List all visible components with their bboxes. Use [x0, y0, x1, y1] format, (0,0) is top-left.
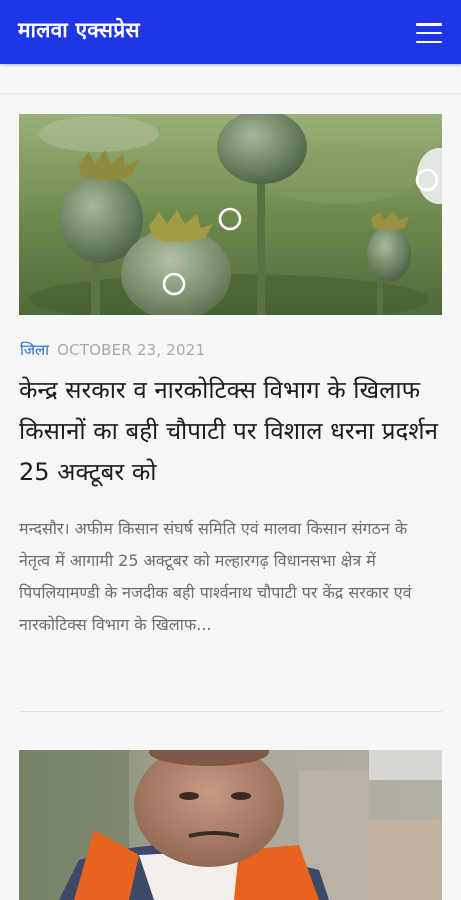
article-excerpt: मन्दसौर। अफीम किसान संघर्ष समिति एवं माल…	[19, 519, 412, 634]
divider	[0, 93, 461, 95]
menu-line	[416, 23, 442, 26]
article-thumbnail[interactable]	[19, 750, 442, 900]
article-category[interactable]: जिला	[20, 341, 49, 359]
menu-line	[416, 31, 442, 35]
menu-line	[416, 40, 442, 43]
app-title[interactable]: मालवा एक्सप्रेस	[18, 16, 140, 44]
hamburger-menu-icon[interactable]	[410, 19, 448, 47]
app-bar: मालवा एक्सप्रेस	[0, 0, 461, 64]
opium-poppy-pods-photo	[19, 114, 442, 315]
man-in-saffron-scarf-photo	[19, 750, 442, 900]
article-meta: जिला OCTOBER 23, 2021	[20, 340, 205, 360]
article-date: OCTOBER 23, 2021	[57, 341, 206, 359]
article-thumbnail[interactable]	[19, 114, 442, 315]
article-headline[interactable]: केन्द्र सरकार व नारकोटिक्स विभाग के खिला…	[19, 370, 439, 493]
divider	[19, 711, 442, 712]
